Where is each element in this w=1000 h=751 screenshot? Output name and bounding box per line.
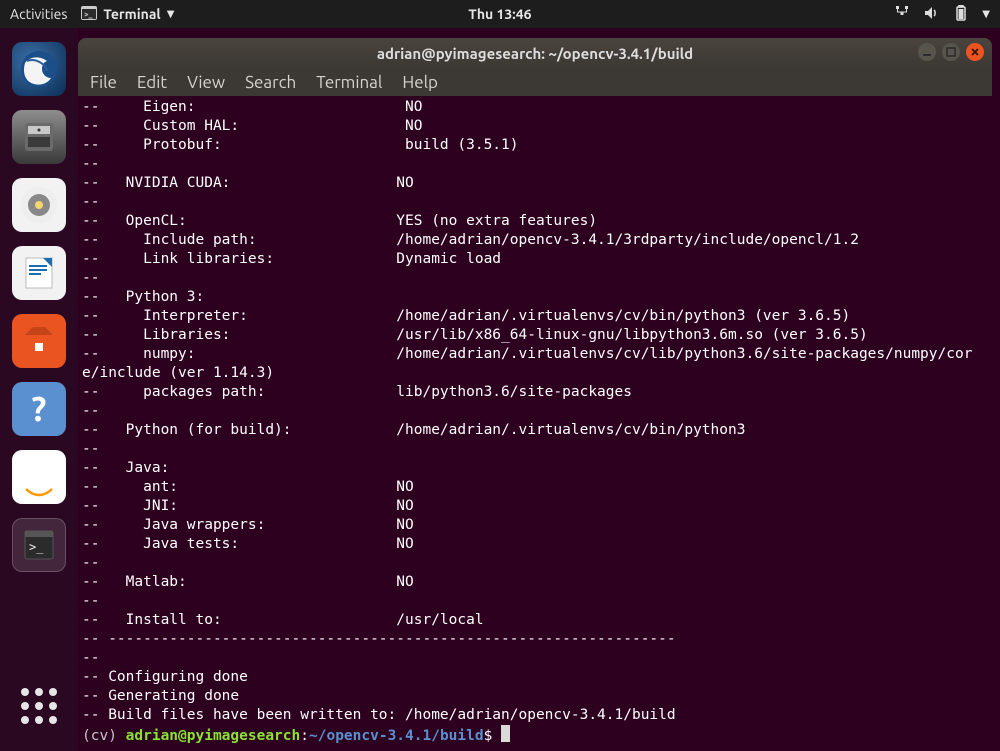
prompt-user-host: adrian@pyimagesearch xyxy=(126,728,301,744)
svg-text:>_: >_ xyxy=(29,540,44,554)
dock-files[interactable] xyxy=(12,110,66,164)
dock-terminal[interactable]: >_ xyxy=(12,518,66,572)
svg-text:>_: >_ xyxy=(84,10,93,19)
dock-libreoffice-writer[interactable] xyxy=(12,246,66,300)
dock-show-apps[interactable] xyxy=(12,679,66,733)
system-menu-chevron-icon[interactable]: ▼ xyxy=(982,8,990,20)
window-title: adrian@pyimagesearch: ~/opencv-3.4.1/bui… xyxy=(377,45,693,62)
prompt-path: ~/opencv-3.4.1/build xyxy=(309,728,484,744)
volume-icon[interactable] xyxy=(924,6,940,23)
prompt-colon: : xyxy=(300,728,309,744)
dock-rhythmbox[interactable] xyxy=(12,178,66,232)
dock-ubuntu-software[interactable] xyxy=(12,314,66,368)
network-icon[interactable] xyxy=(894,6,910,23)
menu-edit[interactable]: Edit xyxy=(137,73,167,92)
battery-icon[interactable] xyxy=(954,5,968,24)
help-icon: ? xyxy=(32,390,47,428)
active-app-menu[interactable]: >_ Terminal ▼ xyxy=(81,6,174,23)
terminal-cursor xyxy=(501,725,510,742)
terminal-icon: >_ xyxy=(81,6,97,23)
menu-search[interactable]: Search xyxy=(245,73,296,92)
terminal-output[interactable]: -- Eigen: NO -- Custom HAL: NO -- Protob… xyxy=(78,96,992,751)
prompt-venv: (cv) xyxy=(82,728,126,744)
menu-help[interactable]: Help xyxy=(402,73,438,92)
window-maximize-button[interactable] xyxy=(942,43,960,61)
menu-file[interactable]: File xyxy=(90,73,117,92)
menu-terminal[interactable]: Terminal xyxy=(316,73,382,92)
dock-thunderbird[interactable] xyxy=(12,42,66,96)
gnome-top-bar: Activities >_ Terminal ▼ Thu 13:46 ▼ xyxy=(0,0,1000,28)
terminal-window: adrian@pyimagesearch: ~/opencv-3.4.1/bui… xyxy=(78,38,992,751)
active-app-label: Terminal xyxy=(103,6,160,22)
apps-grid-icon xyxy=(21,688,57,724)
dock-help[interactable]: ? xyxy=(12,382,66,436)
window-titlebar[interactable]: adrian@pyimagesearch: ~/opencv-3.4.1/bui… xyxy=(78,38,992,68)
window-close-button[interactable] xyxy=(966,43,984,61)
activities-button[interactable]: Activities xyxy=(10,6,67,22)
window-minimize-button[interactable] xyxy=(918,43,936,61)
chevron-down-icon: ▼ xyxy=(167,8,175,20)
terminal-menubar: File Edit View Search Terminal Help xyxy=(78,68,992,96)
menu-view[interactable]: View xyxy=(187,73,225,92)
prompt-dollar: $ xyxy=(484,728,501,744)
launcher-dock: ? a >_ xyxy=(0,28,78,751)
dock-amazon[interactable]: a xyxy=(12,450,66,504)
